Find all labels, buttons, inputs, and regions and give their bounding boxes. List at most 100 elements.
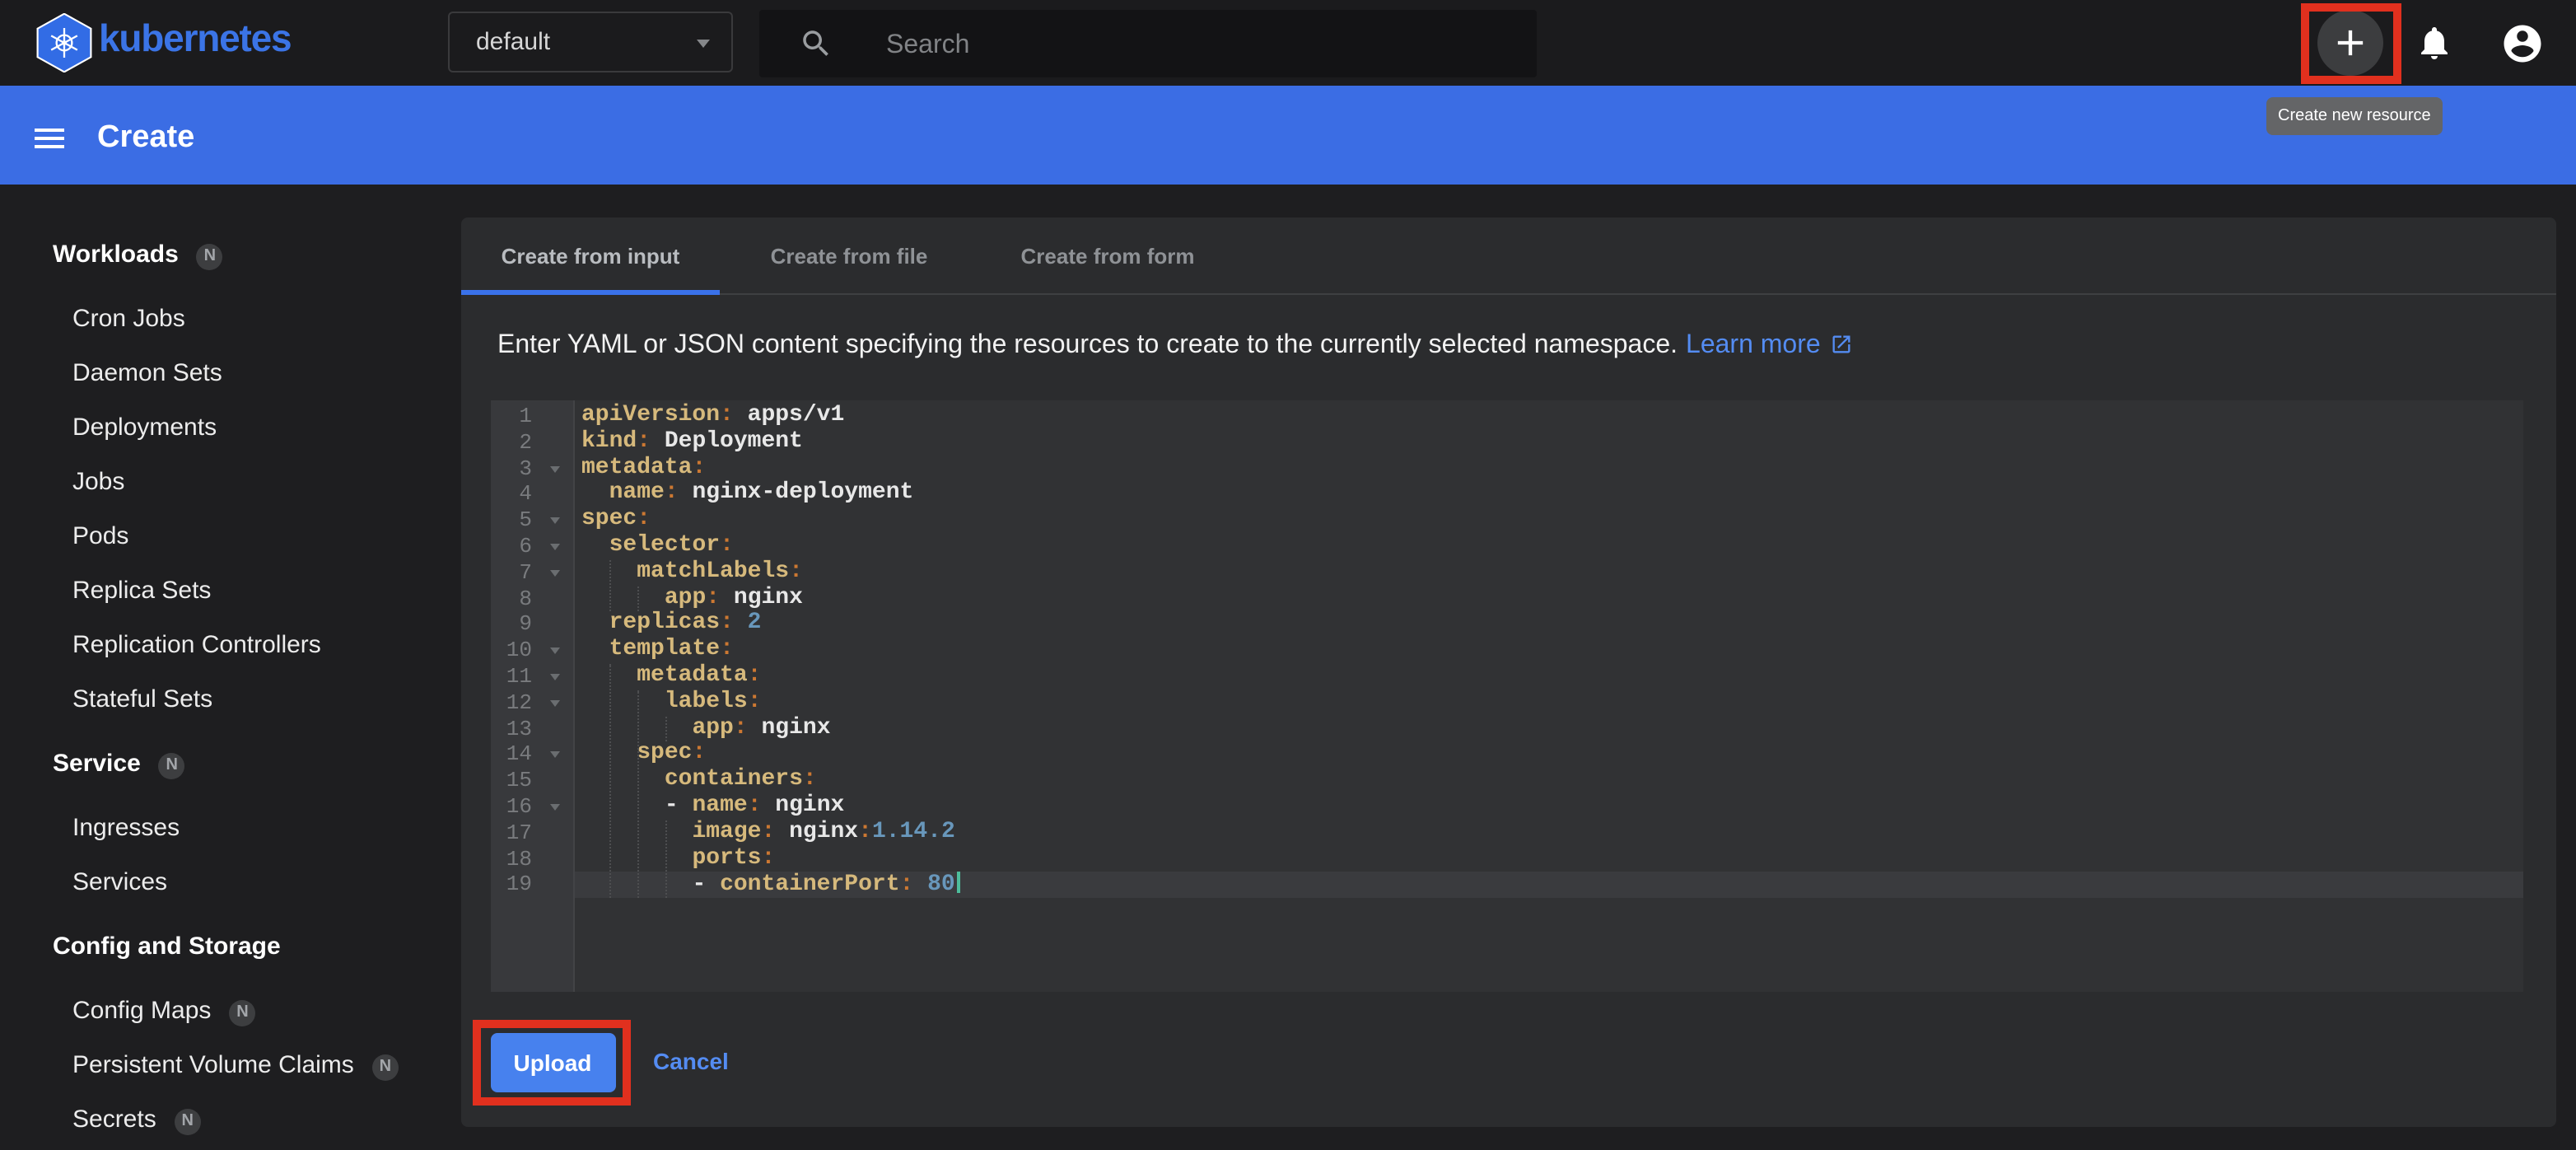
line-number: 18 (491, 846, 573, 872)
sidebar-item-secrets[interactable]: Secrets N (0, 1092, 461, 1147)
notifications-button[interactable] (2401, 10, 2467, 76)
line-number: 2 (491, 430, 573, 456)
code-line: spec: (575, 742, 2523, 769)
sidebar-item-label: Persistent Volume Claims (72, 1051, 354, 1079)
section-label: Config and Storage (53, 933, 281, 961)
tab-create-from-input[interactable]: Create from input (461, 217, 720, 293)
code-line: containers: (575, 768, 2523, 794)
line-number: 19 (491, 872, 573, 899)
sidebar-item-services[interactable]: Services (0, 855, 461, 909)
kubernetes-logo-icon[interactable] (35, 13, 94, 72)
sidebar-item-label: Daemon Sets (72, 359, 222, 387)
tab-create-from-form[interactable]: Create from form (978, 217, 1237, 293)
line-number: 1 (491, 404, 573, 430)
code-line: ports: (575, 846, 2523, 872)
code-line: apiVersion: apps/v1 (575, 404, 2523, 430)
sidebar-item-label: Replica Sets (72, 577, 211, 605)
fold-arrow-icon[interactable] (550, 544, 560, 550)
sidebar-item-label: Stateful Sets (72, 685, 212, 713)
namespace-value: default (476, 13, 550, 71)
sidebar-item-replication-controllers[interactable]: Replication Controllers (0, 618, 461, 672)
sidebar-items: Cron Jobs Daemon Sets Deployments Jobs Pods R… (0, 292, 461, 727)
sidebar-item-cron-jobs[interactable]: Cron Jobs (0, 292, 461, 346)
fold-arrow-icon[interactable] (550, 674, 560, 680)
sidebar: Workloads N Cron Jobs Daemon Sets Deployment… (0, 185, 461, 1150)
page: kubernetes default Create Workloads N Cron… (0, 0, 2576, 1150)
sidebar-section: Config and StorageConfig MapsNPersistent… (0, 919, 461, 1147)
line-number: 12 (491, 690, 573, 717)
tab-label: Create from input (502, 243, 680, 268)
sidebar-section-service: ServiceN (0, 736, 461, 791)
top-bar: kubernetes default (0, 0, 2576, 86)
fold-arrow-icon[interactable] (550, 700, 560, 707)
line-number: 15 (491, 768, 573, 794)
code-line: name: nginx-deployment (575, 482, 2523, 508)
fold-arrow-icon[interactable] (550, 647, 560, 654)
sidebar-item-jobs[interactable]: Jobs (0, 455, 461, 509)
annotation-box-create (2301, 3, 2401, 84)
sidebar-item-replica-sets[interactable]: Replica Sets (0, 563, 461, 618)
fold-arrow-icon[interactable] (550, 517, 560, 524)
code-line: image: nginx:1.14.2 (575, 820, 2523, 847)
code-line: spec: (575, 507, 2523, 534)
new-badge: N (372, 1054, 399, 1081)
search-input[interactable] (883, 10, 1515, 81)
text-cursor (957, 872, 960, 894)
menu-icon[interactable] (35, 129, 64, 148)
section-label: Workloads (53, 241, 179, 269)
intro-sentence: Enter YAML or JSON content specifying th… (497, 331, 1678, 359)
editor-code[interactable]: apiVersion: apps/v1kind: Deployment metad… (575, 400, 2523, 992)
annotation-box-upload (473, 1020, 631, 1106)
sidebar-item-label: Config Maps (72, 997, 211, 1025)
code-line: matchLabels: (575, 560, 2523, 587)
learn-more-link[interactable]: Learn more (1686, 331, 1854, 359)
code-line: kind: Deployment (575, 430, 2523, 456)
sidebar-item-stateful-sets[interactable]: Stateful Sets (0, 672, 461, 727)
line-number: 10 (491, 638, 573, 664)
user-menu-button[interactable] (2489, 10, 2555, 76)
tab-create-from-file[interactable]: Create from file (720, 217, 978, 293)
line-number: 4 (491, 482, 573, 508)
cancel-button[interactable]: Cancel (653, 1041, 729, 1082)
search-box (759, 10, 1537, 77)
chevron-down-icon (697, 40, 710, 48)
yaml-editor[interactable]: 12345678910111213141516171819 apiVersion… (491, 400, 2523, 992)
line-number: 6 (491, 534, 573, 560)
sidebar-item-label: Cron Jobs (72, 305, 185, 333)
app-bar: Create (0, 86, 2576, 185)
fold-arrow-icon[interactable] (550, 752, 560, 759)
code-line: app: nginx (575, 716, 2523, 742)
bell-icon (2415, 23, 2454, 63)
fold-arrow-icon[interactable] (550, 570, 560, 577)
fold-arrow-icon[interactable] (550, 465, 560, 472)
sidebar-item-label: Secrets (72, 1106, 156, 1134)
fold-arrow-icon[interactable] (550, 804, 560, 811)
learn-more-label: Learn more (1686, 331, 1821, 359)
line-number: 5 (491, 507, 573, 534)
sidebar-item-label: Pods (72, 522, 128, 550)
brand-title[interactable]: kubernetes (99, 16, 291, 61)
sidebar-item-pods[interactable]: Pods (0, 509, 461, 563)
code-line: replicas: 2 (575, 612, 2523, 638)
create-panel: Create from input Create from file Create … (461, 217, 2556, 1127)
sidebar-item-ingresses[interactable]: Ingresses (0, 801, 461, 855)
line-number: 14 (491, 742, 573, 769)
sidebar-section: Workloads N Cron Jobs Daemon Sets Deployment… (0, 227, 461, 727)
intro-text: Enter YAML or JSON content specifying th… (497, 331, 1854, 361)
code-line: metadata: (575, 664, 2523, 690)
sidebar-item-daemon-sets[interactable]: Daemon Sets (0, 346, 461, 400)
sidebar-item-label: Deployments (72, 414, 217, 442)
new-badge: N (197, 244, 223, 270)
new-badge: N (229, 1000, 255, 1026)
tab-label: Create from form (1021, 243, 1195, 268)
namespace-select[interactable]: default (448, 12, 733, 72)
code-line: selector: (575, 534, 2523, 560)
code-line: template: (575, 638, 2523, 664)
sidebar-item-config-maps[interactable]: Config Maps N (0, 984, 461, 1038)
new-badge: N (175, 1109, 201, 1135)
sidebar-section: ServiceN IngressesServices (0, 736, 461, 909)
account-icon (2499, 21, 2544, 65)
sidebar-item-deployments[interactable]: Deployments (0, 400, 461, 455)
search-icon (799, 26, 833, 61)
sidebar-item-persistent-volume-claims[interactable]: Persistent Volume Claims N (0, 1038, 461, 1092)
